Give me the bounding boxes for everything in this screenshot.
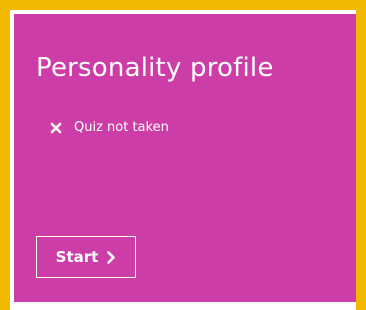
quiz-status: Quiz not taken [50, 120, 169, 136]
chevron-right-icon [107, 250, 116, 264]
card-title: Personality profile [36, 53, 274, 83]
start-button[interactable]: Start [36, 236, 136, 278]
close-icon [50, 122, 62, 134]
personality-profile-card: Personality profile Quiz not taken Start [14, 14, 356, 302]
quiz-status-label: Quiz not taken [74, 120, 169, 135]
start-button-label: Start [55, 248, 99, 266]
